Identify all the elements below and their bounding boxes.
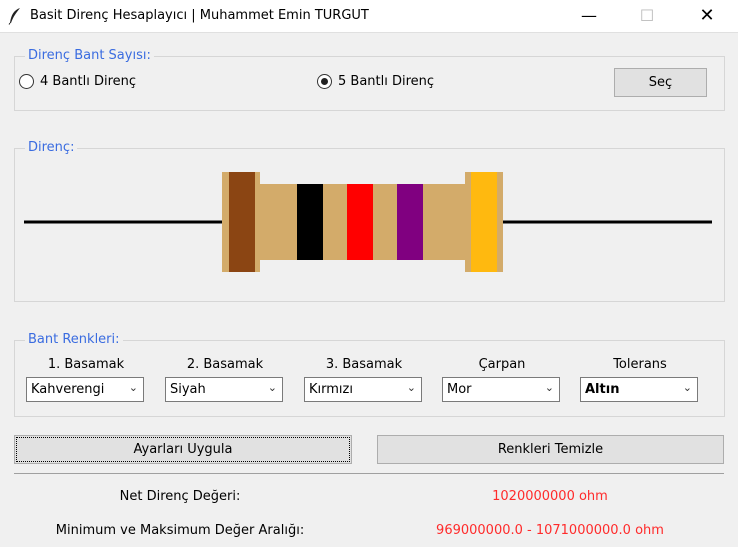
chevron-down-icon[interactable]: ⌄: [407, 381, 416, 394]
band-3: [347, 184, 373, 260]
band-4: [397, 184, 423, 260]
separator: [14, 473, 724, 474]
select-tolerance-value: Altın: [585, 382, 620, 397]
col-header-2: 2. Basamak: [186, 357, 264, 372]
range-label: Minimum ve Maksimum Değer Aralığı:: [55, 523, 305, 538]
col-header-1: 1. Basamak: [47, 357, 125, 372]
chevron-down-icon[interactable]: ⌄: [683, 381, 692, 394]
band-2: [297, 184, 323, 260]
col-header-3: 3. Basamak: [325, 357, 403, 372]
chevron-down-icon[interactable]: ⌄: [545, 381, 554, 394]
select-digit-2-value: Siyah: [170, 382, 206, 397]
net-resistance-value: 1020000000 ohm: [492, 489, 608, 504]
col-header-tolerance: Tolerans: [613, 357, 667, 372]
select-multiplier[interactable]: Mor ⌄: [442, 377, 560, 402]
select-digit-3[interactable]: Kırmızı ⌄: [304, 377, 422, 402]
select-digit-2[interactable]: Siyah ⌄: [165, 377, 283, 402]
band-5: [471, 172, 497, 272]
band-1: [229, 172, 255, 272]
select-tolerance[interactable]: Altın ⌄: [580, 377, 698, 402]
chevron-down-icon[interactable]: ⌄: [268, 381, 277, 394]
select-digit-1[interactable]: Kahverengi ⌄: [26, 377, 144, 402]
resistor-drawing: [24, 172, 712, 272]
net-resistance-label: Net Direnç Değeri:: [119, 489, 241, 504]
select-digit-3-value: Kırmızı: [309, 382, 353, 397]
clear-colors-button[interactable]: Renkleri Temizle: [377, 435, 724, 464]
range-value: 969000000.0 - 1071000000.0 ohm: [436, 523, 664, 538]
apply-settings-button[interactable]: Ayarları Uygula: [14, 435, 352, 464]
chevron-down-icon[interactable]: ⌄: [129, 381, 138, 394]
band-colors-legend: Bant Renkleri:: [25, 332, 123, 347]
select-digit-1-value: Kahverengi: [31, 382, 105, 397]
select-multiplier-value: Mor: [447, 382, 472, 397]
col-header-multiplier: Çarpan: [478, 357, 526, 372]
